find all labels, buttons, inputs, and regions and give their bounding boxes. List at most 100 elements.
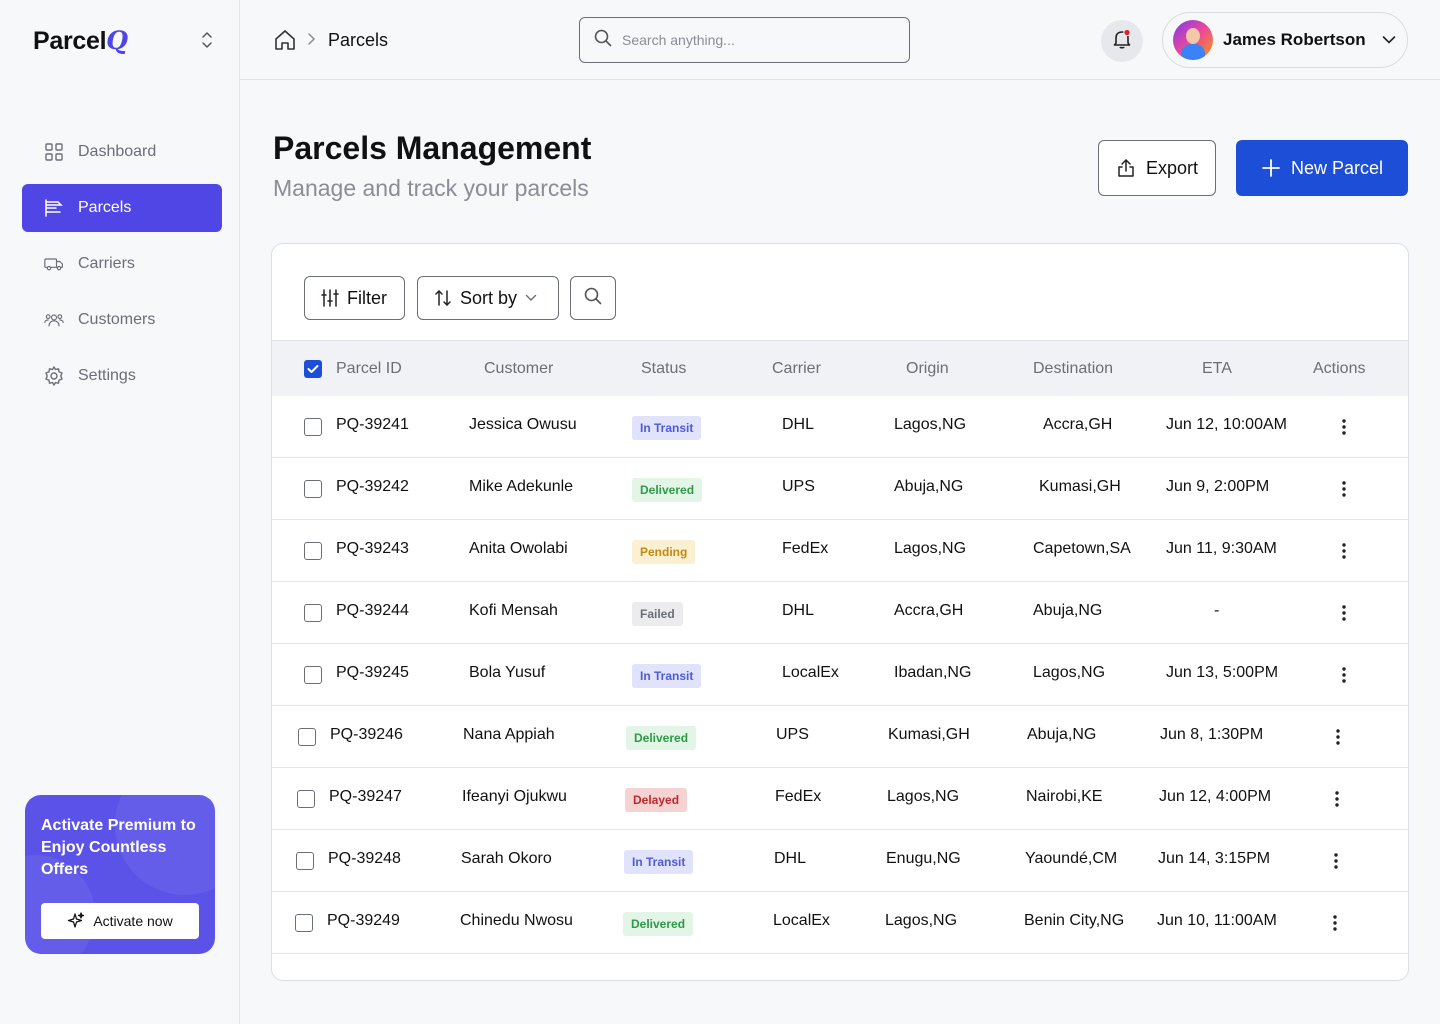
carrier-name: FedEx — [782, 540, 829, 557]
sidebar-nav: Dashboard Parcels Carriers Customers Set… — [22, 128, 222, 408]
customer-name: Nana Appiah — [463, 726, 555, 743]
table-header: Parcel ID Customer Status Carrier Origin… — [272, 340, 1408, 396]
parcel-id: PQ-39247 — [329, 788, 402, 805]
row-checkbox[interactable] — [304, 542, 322, 560]
sort-label: Sort by — [460, 287, 518, 308]
row-checkbox[interactable] — [304, 666, 322, 684]
destination: Lagos,NG — [1033, 664, 1106, 681]
eta: - — [1214, 602, 1220, 619]
home-icon[interactable] — [274, 29, 296, 51]
table-row[interactable]: PQ-39248 Sarah Okoro In Transit DHL Enugu,NG… — [272, 830, 1408, 892]
row-checkbox[interactable] — [296, 852, 314, 870]
more-vertical-icon[interactable] — [1334, 478, 1354, 500]
sort-arrows-icon — [434, 289, 452, 307]
column-header-parcel-id[interactable]: Parcel ID — [336, 360, 402, 378]
customer-name: Mike Adekunle — [469, 478, 574, 495]
search-icon — [584, 287, 602, 310]
table-row[interactable]: PQ-39249 Chinedu Nwosu Delivered LocalEx Lag… — [272, 892, 1408, 954]
logo[interactable]: ParcelQ — [33, 26, 128, 56]
customer-name: Kofi Mensah — [469, 602, 558, 619]
more-vertical-icon[interactable] — [1334, 664, 1354, 686]
customer-name: Anita Owolabi — [469, 540, 568, 557]
more-vertical-icon[interactable] — [1328, 726, 1348, 748]
status-badge: In Transit — [632, 664, 702, 688]
workspace-switcher-icon[interactable] — [198, 30, 216, 50]
table-row[interactable]: PQ-39247 Ifeanyi Ojukwu Delayed FedEx Lagos,… — [272, 768, 1408, 830]
select-all-checkbox[interactable] — [304, 360, 322, 378]
table-row[interactable]: PQ-39242 Mike Adekunle Delivered UPS Abuja,N… — [272, 458, 1408, 520]
search-input[interactable] — [622, 32, 902, 48]
more-vertical-icon[interactable] — [1325, 912, 1345, 934]
sidebar-item-carriers[interactable]: Carriers — [22, 240, 222, 288]
search-icon — [594, 29, 612, 52]
origin: Lagos,NG — [894, 416, 967, 433]
user-name: James Robertson — [1223, 30, 1366, 49]
row-checkbox[interactable] — [298, 728, 316, 746]
more-vertical-icon[interactable] — [1334, 602, 1354, 624]
sidebar-item-label: Dashboard — [78, 143, 157, 160]
destination: Abuja,NG — [1027, 726, 1097, 743]
activate-now-button[interactable]: Activate now — [41, 903, 199, 939]
sort-button[interactable]: Sort by — [417, 276, 559, 320]
eta: Jun 13, 5:00PM — [1166, 664, 1279, 681]
carrier-name: FedEx — [775, 788, 822, 805]
status-badge: In Transit — [632, 416, 702, 440]
sidebar-item-parcels[interactable]: Parcels — [22, 184, 222, 232]
logo-accent: Q — [106, 26, 128, 55]
destination: Benin City,NG — [1024, 912, 1125, 929]
row-checkbox[interactable] — [295, 914, 313, 932]
more-vertical-icon[interactable] — [1334, 540, 1354, 562]
destination: Yaoundé,CM — [1025, 850, 1118, 867]
logo-main: Parcel — [33, 27, 107, 55]
new-parcel-button[interactable]: New Parcel — [1236, 140, 1408, 196]
export-label: Export — [1145, 157, 1199, 178]
more-vertical-icon[interactable] — [1326, 850, 1346, 872]
origin: Ibadan,NG — [894, 664, 972, 681]
user-menu[interactable]: James Robertson — [1162, 12, 1408, 68]
table-row[interactable]: PQ-39246 Nana Appiah Delivered UPS Kumasi,GH… — [272, 706, 1408, 768]
avatar — [1173, 20, 1213, 60]
parcels-icon — [44, 198, 64, 218]
more-vertical-icon[interactable] — [1327, 788, 1347, 810]
bell-icon — [1111, 28, 1133, 55]
row-checkbox[interactable] — [304, 604, 322, 622]
premium-text: Activate Premium to Enjoy Countless Offe… — [41, 817, 196, 878]
sparkle-icon — [67, 912, 85, 930]
more-vertical-icon[interactable] — [1334, 416, 1354, 438]
table-row[interactable]: PQ-39245 Bola Yusuf In Transit LocalEx Ibada… — [272, 644, 1408, 706]
table-row[interactable]: PQ-39244 Kofi Mensah Failed DHL Accra,GH Abuj… — [272, 582, 1408, 644]
carrier-name: LocalEx — [773, 912, 830, 929]
column-header-status[interactable]: Status — [641, 360, 686, 378]
column-header-customer[interactable]: Customer — [484, 360, 553, 378]
row-checkbox[interactable] — [304, 418, 322, 436]
page-subtitle: Manage and track your parcels — [273, 175, 589, 201]
global-search — [579, 17, 910, 63]
origin: Kumasi,GH — [888, 726, 970, 743]
column-header-eta[interactable]: ETA — [1202, 360, 1232, 378]
sidebar-item-settings[interactable]: Settings — [22, 352, 222, 400]
sidebar-item-customers[interactable]: Customers — [22, 296, 222, 344]
row-checkbox[interactable] — [297, 790, 315, 808]
eta: Jun 9, 2:00PM — [1166, 478, 1270, 495]
parcel-id: PQ-39244 — [336, 602, 409, 619]
table-search-button[interactable] — [570, 276, 616, 320]
carrier-name: LocalEx — [782, 664, 839, 681]
export-button[interactable]: Export — [1098, 140, 1216, 196]
origin: Abuja,NG — [894, 478, 964, 495]
eta: Jun 14, 3:15PM — [1158, 850, 1271, 867]
row-checkbox[interactable] — [304, 480, 322, 498]
sidebar-item-dashboard[interactable]: Dashboard — [22, 128, 222, 176]
sidebar-item-label: Settings — [78, 367, 136, 384]
destination: Kumasi,GH — [1039, 478, 1121, 495]
table-row[interactable]: PQ-39243 Anita Owolabi Pending FedEx Lagos,N… — [272, 520, 1408, 582]
activate-now-label: Activate now — [93, 913, 173, 929]
filter-button[interactable]: Filter — [304, 276, 405, 320]
gear-icon — [44, 366, 64, 386]
column-header-origin[interactable]: Origin — [906, 360, 949, 378]
notifications-button[interactable] — [1101, 20, 1143, 62]
eta: Jun 12, 10:00AM — [1166, 416, 1287, 433]
customer-name: Chinedu Nwosu — [460, 912, 573, 929]
column-header-carrier[interactable]: Carrier — [772, 360, 821, 378]
table-row[interactable]: PQ-39241 Jessica Owusu In Transit DHL Lagos,… — [272, 396, 1408, 458]
column-header-destination[interactable]: Destination — [1033, 360, 1113, 378]
